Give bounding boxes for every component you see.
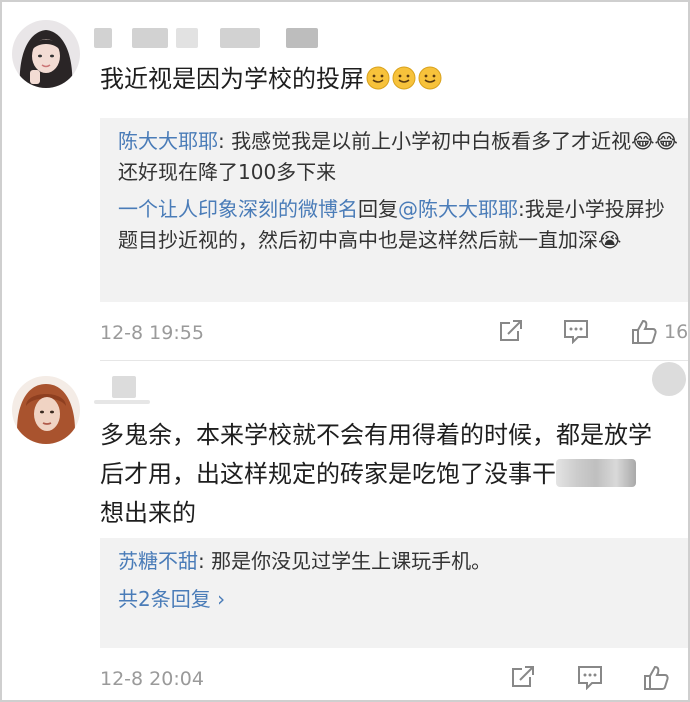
reply-author[interactable]: 陈大大耶耶 <box>118 129 218 153</box>
smile-emoji <box>392 66 416 90</box>
like-count: 16 <box>664 321 689 343</box>
comment-meta: 12-8 20:04 <box>100 664 688 694</box>
comment-divider <box>100 360 688 361</box>
comment-icon <box>564 320 588 344</box>
reply-author[interactable]: 苏糖不甜 <box>118 549 198 573</box>
username-redacted[interactable] <box>94 28 334 50</box>
view-more-replies-link[interactable]: 共2条回复 › <box>118 583 678 615</box>
comment-button[interactable] <box>576 664 604 690</box>
avatar[interactable] <box>12 376 80 444</box>
username-redacted[interactable] <box>94 376 154 404</box>
repost-button[interactable] <box>510 664 536 690</box>
reply-author[interactable]: 一个让人印象深刻的微博名 <box>118 197 358 221</box>
comment-meta: 12-8 19:55 16 <box>100 318 688 348</box>
comment-button[interactable] <box>562 318 590 344</box>
like-button[interactable] <box>642 664 670 692</box>
comment-list: 我近视是因为学校的投屏 陈大大耶耶: 我感觉我是以前上小学初中白板看多了才近视😂… <box>0 0 690 702</box>
timestamp: 12-8 20:04 <box>100 668 204 690</box>
repost-icon <box>500 320 522 341</box>
thumbs-up-icon <box>632 319 657 344</box>
smile-emoji <box>418 66 442 90</box>
repost-icon <box>512 666 534 687</box>
repost-button[interactable] <box>498 318 524 344</box>
reply-box: 苏糖不甜: 那是你没见过学生上课玩手机。 共2条回复 › <box>100 538 688 648</box>
comment-item: 多鬼余，本来学校就不会有用得着的时候，都是放学后才用，出这样规定的砖家是吃饱了没… <box>2 362 688 700</box>
comment-icon <box>578 666 602 690</box>
comment-text: 多鬼余，本来学校就不会有用得着的时候，都是放学后才用，出这样规定的砖家是吃饱了没… <box>100 421 652 527</box>
reply-item: 陈大大耶耶: 我感觉我是以前上小学初中白板看多了才近视😂😂还好现在降了100多下… <box>118 129 678 184</box>
smile-emoji <box>366 66 390 90</box>
avatar[interactable] <box>12 20 80 88</box>
comment-item: 我近视是因为学校的投屏 陈大大耶耶: 我感觉我是以前上小学初中白板看多了才近视😂… <box>2 2 688 352</box>
thumbs-up-icon <box>644 665 669 690</box>
reply-box: 陈大大耶耶: 我感觉我是以前上小学初中白板看多了才近视😂😂还好现在降了100多下… <box>100 118 688 302</box>
reply-text: 那是你没见过学生上课玩手机。 <box>211 549 492 573</box>
comment-text: 我近视是因为学校的投屏 <box>100 60 662 99</box>
reply-item: 一个让人印象深刻的微博名回复@陈大大耶耶:我是小学投屏抄题目抄近视的，然后初中高… <box>118 197 665 252</box>
reply-mention[interactable]: @陈大大耶耶 <box>398 197 518 221</box>
reply-item: 苏糖不甜: 那是你没见过学生上课玩手机。 <box>118 549 492 573</box>
censored-text <box>556 459 636 487</box>
more-options-icon[interactable] <box>652 362 686 396</box>
like-button[interactable]: 16 <box>630 318 688 346</box>
timestamp: 12-8 19:55 <box>100 322 204 344</box>
